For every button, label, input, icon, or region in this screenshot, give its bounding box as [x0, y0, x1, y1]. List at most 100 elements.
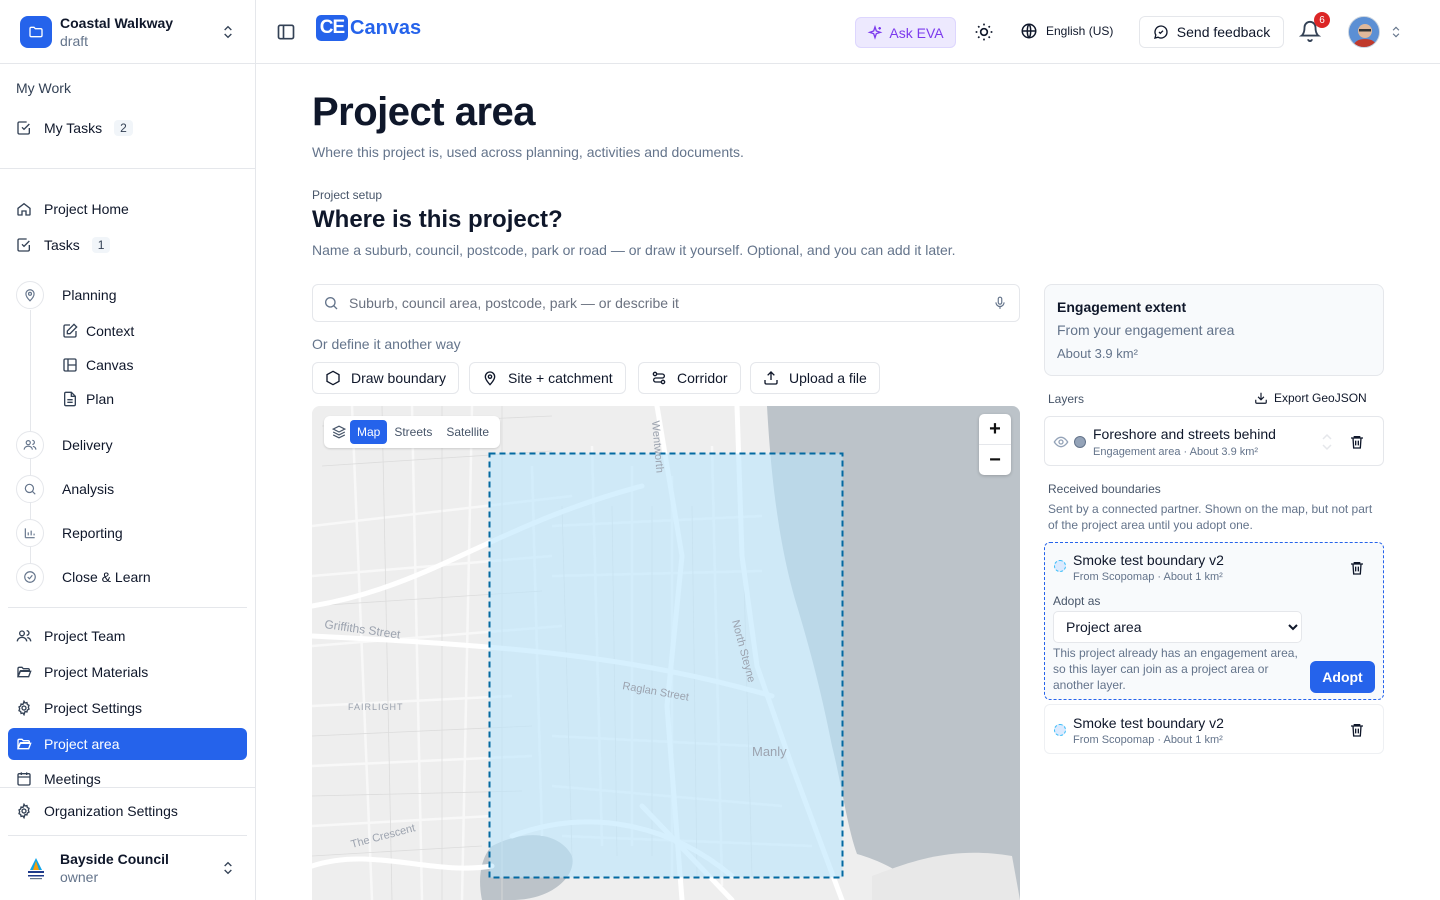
upload-file-button[interactable]: Upload a file: [750, 362, 880, 394]
divider: [0, 168, 255, 169]
tasks-count-badge: 1: [91, 237, 111, 253]
top-bar: CE Canvas Ask EVA English (US) Send feed…: [256, 0, 1440, 64]
draw-boundary-button[interactable]: Draw boundary: [312, 362, 459, 394]
my-work-label: My Work: [16, 80, 71, 96]
zoom-controls: + −: [979, 414, 1011, 475]
language-selector[interactable]: English (US): [1020, 22, 1113, 40]
project-switcher[interactable]: Coastal Walkway draft: [8, 8, 248, 56]
hexagon-icon: [326, 370, 340, 386]
phase-label: Close & Learn: [62, 569, 151, 585]
send-feedback-button[interactable]: Send feedback: [1139, 16, 1284, 48]
sidebar-toggle-icon[interactable]: [276, 22, 296, 42]
adopt-note: This project already has an engagement a…: [1053, 646, 1298, 692]
sidebar-item-label: Tasks: [44, 237, 80, 253]
sidebar-item-context[interactable]: Context: [62, 317, 134, 345]
adopt-as-label: Adopt as: [1053, 594, 1101, 608]
sidebar-item-meetings[interactable]: Meetings: [8, 764, 247, 788]
phase-analysis[interactable]: Analysis: [16, 473, 114, 505]
calendar-icon: [17, 772, 31, 786]
layer-meta: Engagement area · About 3.9 km²: [1093, 446, 1259, 458]
trash-icon[interactable]: [1349, 560, 1365, 576]
export-geojson-button[interactable]: Export GeoJSON: [1254, 391, 1367, 405]
feedback-label: Send feedback: [1176, 24, 1271, 40]
trash-icon[interactable]: [1349, 722, 1365, 738]
sidebar-item-project-home[interactable]: Project Home: [8, 193, 247, 225]
phase-reporting[interactable]: Reporting: [16, 517, 123, 549]
sidebar-item-project-area[interactable]: Project area: [8, 728, 247, 760]
folder-open-icon: [17, 666, 32, 678]
check-square-icon: [17, 238, 30, 252]
reorder-icon[interactable]: [1321, 432, 1333, 452]
layers-icon: [332, 425, 346, 439]
site-catchment-button[interactable]: Site + catchment: [469, 362, 626, 394]
sidebar-item-tasks[interactable]: Tasks 1: [8, 229, 247, 261]
phase-delivery[interactable]: Delivery: [16, 429, 113, 461]
button-label: Draw boundary: [351, 370, 446, 386]
sidebar-item-label: Project Home: [44, 201, 129, 217]
divider: [0, 787, 255, 788]
phase-label: Analysis: [62, 481, 115, 497]
received-boundary-item[interactable]: Smoke test boundary v2 From Scopomap · A…: [1044, 704, 1384, 754]
phase-planning[interactable]: Planning: [16, 279, 117, 311]
page-subtitle: Where this project is, used across plann…: [312, 144, 744, 160]
adopt-button[interactable]: Adopt: [1310, 661, 1375, 693]
boundary-meta: From Scopomap · About 1 km²: [1073, 571, 1223, 583]
notification-count-badge: 6: [1314, 12, 1330, 28]
map-canvas[interactable]: Griffiths Street Raglan Street North Ste…: [312, 406, 1020, 900]
users-icon: [16, 431, 44, 459]
adopt-as-select[interactable]: Project area: [1053, 611, 1302, 643]
map-style-map[interactable]: Map: [350, 420, 388, 444]
map-label-manly: Manly: [752, 744, 787, 759]
engagement-extent-card: Engagement extent From your engagement a…: [1044, 284, 1384, 376]
avatar[interactable]: [1348, 16, 1380, 48]
ask-eva-button[interactable]: Ask EVA: [855, 17, 956, 48]
trash-icon[interactable]: [1349, 434, 1365, 450]
tasks-count-badge: 2: [114, 120, 133, 136]
sidebar-item-label: My Tasks: [44, 120, 103, 136]
message-icon: [1153, 25, 1168, 39]
sidebar-item-project-settings[interactable]: Project Settings: [8, 692, 247, 724]
microphone-icon[interactable]: [993, 296, 1007, 310]
eye-icon[interactable]: [1053, 434, 1069, 450]
sidebar-item-canvas[interactable]: Canvas: [62, 351, 133, 379]
organization-name: Bayside Council: [60, 851, 169, 867]
map-view[interactable]: Griffiths Street Raglan Street North Ste…: [312, 406, 1020, 900]
project-boundary-rectangle[interactable]: [488, 452, 844, 879]
divider: [8, 607, 247, 608]
map-style-satellite[interactable]: Satellite: [439, 420, 496, 444]
map-pin-icon: [484, 371, 496, 386]
search-icon: [325, 297, 338, 310]
layer-name: Foreshore and streets behind: [1093, 426, 1276, 442]
logo-mark: CE: [316, 15, 348, 41]
map-style-streets[interactable]: Streets: [387, 420, 439, 444]
chevrons-up-down-icon[interactable]: [1389, 24, 1403, 40]
sidebar-item-plan[interactable]: Plan: [62, 385, 114, 413]
sidebar-item-project-team[interactable]: Project Team: [8, 620, 247, 652]
section-title: Where is this project?: [312, 206, 563, 233]
sidebar-item-org-settings[interactable]: Organization Settings: [8, 795, 247, 827]
sidebar-item-project-materials[interactable]: Project Materials: [8, 656, 247, 688]
received-boundary-card: Smoke test boundary v2 From Scopomap · A…: [1044, 542, 1384, 700]
map-label-fairlight: FAIRLIGHT: [348, 702, 404, 712]
corridor-button[interactable]: Corridor: [638, 362, 741, 394]
globe-icon: [1021, 23, 1037, 39]
page-title: Project area: [312, 90, 536, 134]
layer-color-swatch: [1074, 436, 1086, 448]
extent-subtitle: From your engagement area: [1057, 322, 1235, 338]
sidebar-item-label: Plan: [86, 391, 115, 407]
app-logo[interactable]: CE Canvas: [316, 15, 421, 41]
ask-eva-label: Ask EVA: [889, 24, 944, 41]
boundary-swatch: [1054, 560, 1066, 572]
divider: [8, 835, 247, 836]
layer-item[interactable]: Foreshore and streets behind Engagement …: [1044, 416, 1384, 466]
location-search[interactable]: [312, 284, 1020, 322]
sidebar-item-my-tasks[interactable]: My Tasks 2: [8, 112, 247, 144]
zoom-in-button[interactable]: +: [979, 414, 1011, 444]
organization-switcher[interactable]: Bayside Council owner: [8, 844, 248, 892]
sun-icon[interactable]: [974, 22, 994, 42]
phase-close-learn[interactable]: Close & Learn: [16, 561, 151, 593]
zoom-out-button[interactable]: −: [979, 445, 1011, 475]
download-icon: [1255, 392, 1267, 404]
search-input[interactable]: [349, 295, 993, 311]
sidebar-item-label: Organization Settings: [44, 803, 178, 819]
